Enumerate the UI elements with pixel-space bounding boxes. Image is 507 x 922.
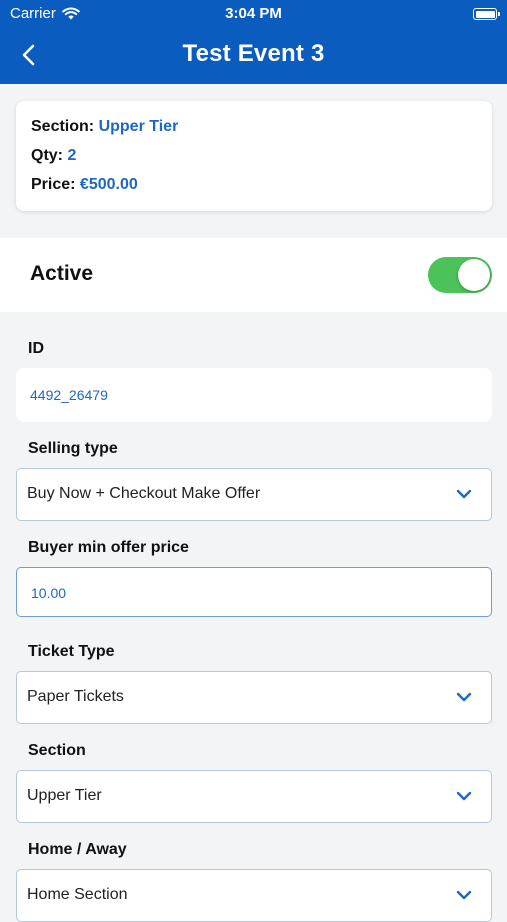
ticket-type-value: Paper Tickets <box>27 688 124 705</box>
battery-icon <box>473 8 500 20</box>
chevron-down-icon <box>456 489 472 499</box>
buyer-min-offer-label: Buyer min offer price <box>28 539 189 556</box>
selling-type-value: Buy Now + Checkout Make Offer <box>27 485 261 502</box>
home-away-select[interactable]: Home Section <box>16 869 492 922</box>
section-select[interactable]: Upper Tier <box>16 770 492 823</box>
listing-summary-card: Section: Upper Tier Qty: 2 Price: €500.0… <box>16 101 492 211</box>
status-bar: Carrier 3:04 PM <box>0 5 507 25</box>
section-value: Upper Tier <box>27 787 102 804</box>
chevron-down-icon <box>456 692 472 702</box>
chevron-down-icon <box>456 890 472 900</box>
summary-price-label: Price: <box>31 176 76 193</box>
buyer-min-offer-value: 10.00 <box>31 585 67 601</box>
summary-section-label: Section: <box>31 118 95 135</box>
nav-header: Carrier 3:04 PM Test Event 3 <box>0 0 507 84</box>
section-label: Section <box>28 742 86 759</box>
selling-type-label: Selling type <box>28 440 118 457</box>
buyer-min-offer-input[interactable]: 10.00 <box>16 567 492 617</box>
selling-type-select[interactable]: Buy Now + Checkout Make Offer <box>16 468 492 521</box>
summary-qty-value: 2 <box>67 147 77 164</box>
summary-qty-row: Qty: 2 <box>31 144 477 173</box>
home-away-label: Home / Away <box>28 841 127 858</box>
summary-price-value: €500.00 <box>79 176 138 193</box>
chevron-down-icon <box>456 791 472 801</box>
summary-qty-label: Qty: <box>31 147 63 164</box>
summary-price-row: Price: €500.00 <box>31 173 477 202</box>
summary-section-row: Section: Upper Tier <box>31 115 477 144</box>
summary-section-value: Upper Tier <box>98 118 179 135</box>
ticket-type-select[interactable]: Paper Tickets <box>16 671 492 724</box>
active-toggle-knob[interactable] <box>458 259 490 291</box>
active-label: Active <box>30 262 94 285</box>
id-label: ID <box>28 340 44 357</box>
ticket-type-label: Ticket Type <box>28 643 115 660</box>
page-title: Test Event 3 <box>182 40 325 67</box>
status-time: 3:04 PM <box>225 5 282 22</box>
home-away-value: Home Section <box>27 886 128 903</box>
id-value: 4492_26479 <box>30 387 108 403</box>
